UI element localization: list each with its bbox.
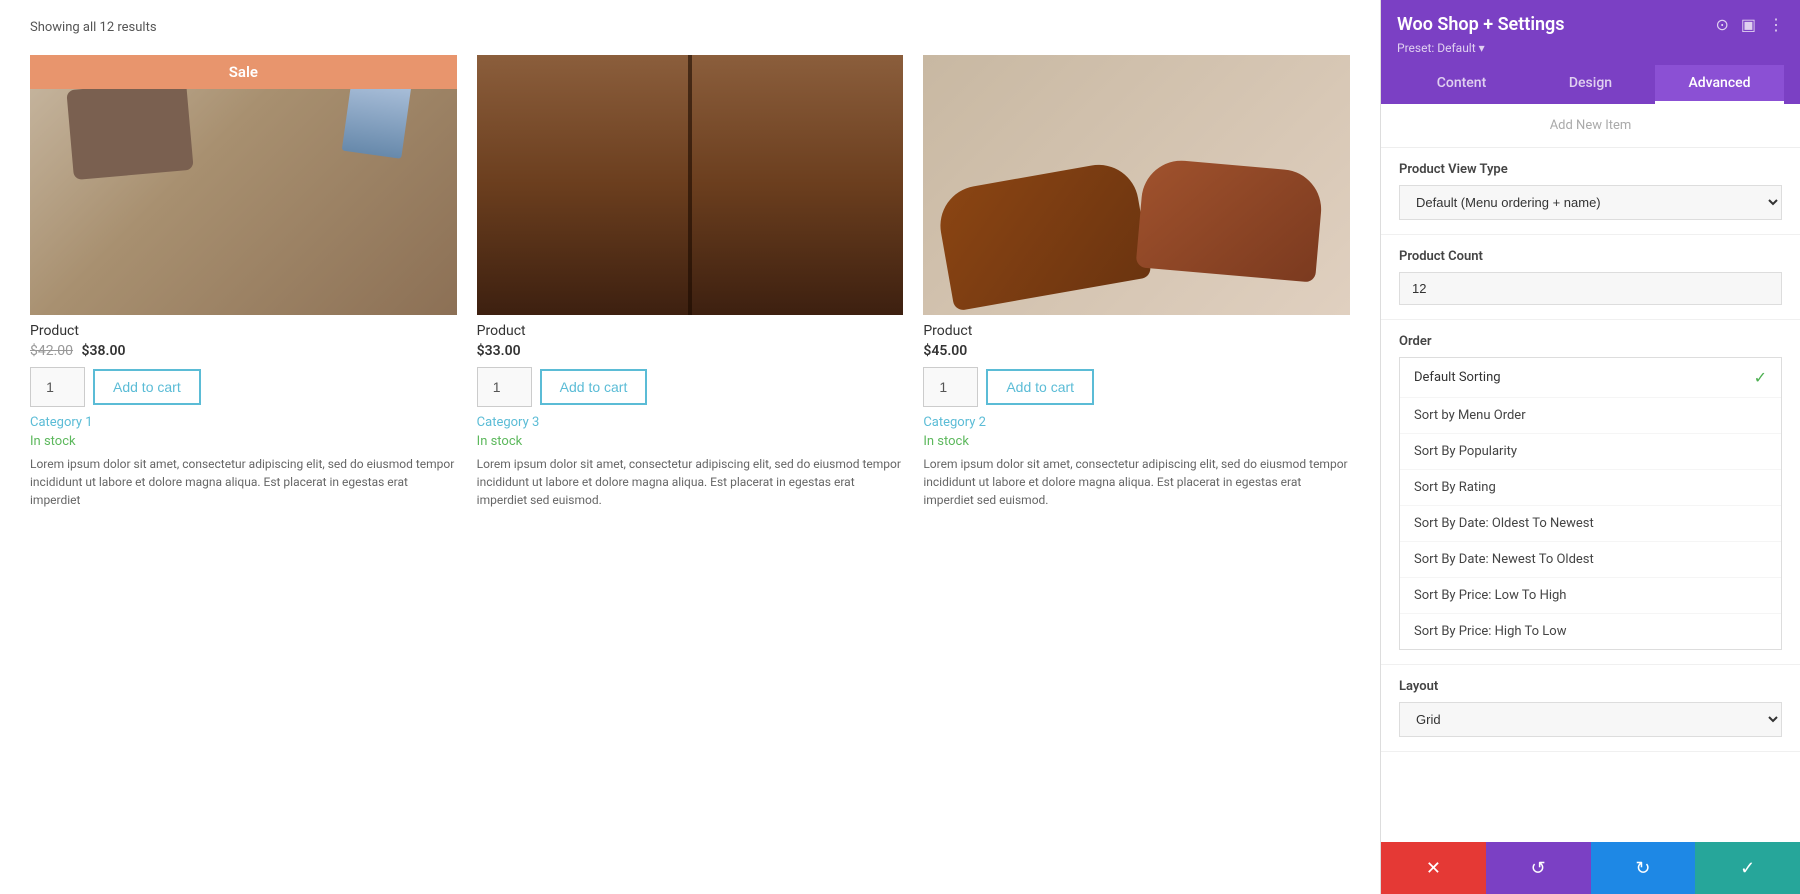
product-price-1: $42.00 $38.00 — [30, 343, 457, 359]
order-dropdown: Default Sorting ✓ Sort by Menu Order Sor… — [1399, 357, 1782, 650]
layout-label: Layout — [1399, 679, 1782, 694]
add-to-cart-row-3: Add to cart — [923, 367, 1350, 407]
order-option-date-new-old[interactable]: Sort By Date: Newest To Oldest — [1400, 542, 1781, 578]
cancel-button[interactable]: ✕ — [1381, 842, 1486, 894]
sale-badge-1: Sale — [30, 55, 457, 89]
panel-body: Add New Item Product View Type Default (… — [1381, 104, 1800, 842]
showing-results: Showing all 12 results — [30, 20, 1350, 35]
panel-title: Woo Shop + Settings — [1397, 14, 1565, 35]
order-option-menu-order[interactable]: Sort by Menu Order — [1400, 398, 1781, 434]
layout-section: Layout Grid — [1381, 665, 1800, 752]
tab-advanced[interactable]: Advanced — [1655, 65, 1784, 104]
layout-icon-btn[interactable]: ▣ — [1741, 15, 1756, 35]
product-name-1: Product — [30, 323, 457, 339]
order-option-date-old-new[interactable]: Sort By Date: Oldest To Newest — [1400, 506, 1781, 542]
product-name-2: Product — [477, 323, 904, 339]
product-info-2: Product $33.00 Add to cart Category 3 In… — [477, 315, 904, 517]
preset-row: Preset: Default ▾ — [1397, 41, 1784, 55]
product-image-wrap-3: New — [923, 55, 1350, 315]
product-card-1: Sale New Product $42.00 $38.00 Add to ca… — [30, 55, 457, 517]
product-view-type-section: Product View Type Default (Menu ordering… — [1381, 148, 1800, 235]
order-option-default-label: Default Sorting — [1414, 370, 1501, 385]
category-link-3[interactable]: Category 2 — [923, 415, 1350, 430]
layout-select[interactable]: Grid — [1399, 702, 1782, 737]
order-option-price-high-low[interactable]: Sort By Price: High To Low — [1400, 614, 1781, 649]
category-link-1[interactable]: Category 1 — [30, 415, 457, 430]
in-stock-3: In stock — [923, 434, 1350, 449]
product-image-1 — [30, 55, 457, 315]
qty-input-2[interactable] — [477, 367, 532, 407]
product-card-3: New Product $45.00 Add to cart Category … — [923, 55, 1350, 517]
add-to-cart-row-1: Add to cart — [30, 367, 457, 407]
product-count-label: Product Count — [1399, 249, 1782, 264]
product-view-type-label: Product View Type — [1399, 162, 1782, 177]
products-grid: Sale New Product $42.00 $38.00 Add to ca… — [30, 55, 1350, 517]
price-new-3: $45.00 — [923, 343, 967, 359]
product-count-input[interactable] — [1399, 272, 1782, 305]
redo-button[interactable]: ↻ — [1591, 842, 1696, 894]
add-to-cart-btn-2[interactable]: Add to cart — [540, 369, 648, 405]
add-to-cart-btn-1[interactable]: Add to cart — [93, 369, 201, 405]
product-desc-3: Lorem ipsum dolor sit amet, consectetur … — [923, 455, 1350, 509]
product-info-3: Product $45.00 Add to cart Category 2 In… — [923, 315, 1350, 517]
order-option-rating[interactable]: Sort By Rating — [1400, 470, 1781, 506]
product-image-3 — [923, 55, 1350, 315]
order-option-price-low-high[interactable]: Sort By Price: Low To High — [1400, 578, 1781, 614]
order-option-popularity-label: Sort By Popularity — [1414, 444, 1517, 459]
settings-panel: Woo Shop + Settings ⊙ ▣ ⋮ Preset: Defaul… — [1380, 0, 1800, 894]
save-button[interactable]: ✓ — [1695, 842, 1800, 894]
product-info-1: Product $42.00 $38.00 Add to cart Catego… — [30, 315, 457, 517]
product-view-type-select[interactable]: Default (Menu ordering + name) — [1399, 185, 1782, 220]
product-image-2 — [477, 55, 904, 315]
product-price-2: $33.00 — [477, 343, 904, 359]
shop-area: Showing all 12 results Sale New Product … — [0, 0, 1380, 894]
order-option-price-high-low-label: Sort By Price: High To Low — [1414, 624, 1566, 639]
tab-design[interactable]: Design — [1526, 65, 1655, 104]
order-option-date-new-old-label: Sort By Date: Newest To Oldest — [1414, 552, 1594, 567]
order-option-menu-order-label: Sort by Menu Order — [1414, 408, 1526, 423]
price-old-1: $42.00 — [30, 343, 73, 359]
order-option-rating-label: Sort By Rating — [1414, 480, 1496, 495]
qty-input-1[interactable] — [30, 367, 85, 407]
panel-tabs: Content Design Advanced — [1397, 65, 1784, 104]
undo-button[interactable]: ↺ — [1486, 842, 1591, 894]
more-options-btn[interactable]: ⋮ — [1768, 15, 1784, 35]
panel-icons: ⊙ ▣ ⋮ — [1715, 15, 1784, 35]
order-option-date-old-new-label: Sort By Date: Oldest To Newest — [1414, 516, 1594, 531]
product-desc-2: Lorem ipsum dolor sit amet, consectetur … — [477, 455, 904, 509]
in-stock-2: In stock — [477, 434, 904, 449]
order-option-default[interactable]: Default Sorting ✓ — [1400, 358, 1781, 398]
order-option-price-low-high-label: Sort By Price: Low To High — [1414, 588, 1566, 603]
panel-footer: ✕ ↺ ↻ ✓ — [1381, 842, 1800, 894]
product-name-3: Product — [923, 323, 1350, 339]
panel-title-row: Woo Shop + Settings ⊙ ▣ ⋮ — [1397, 14, 1784, 35]
add-to-cart-row-2: Add to cart — [477, 367, 904, 407]
product-price-3: $45.00 — [923, 343, 1350, 359]
panel-header: Woo Shop + Settings ⊙ ▣ ⋮ Preset: Defaul… — [1381, 0, 1800, 104]
category-link-2[interactable]: Category 3 — [477, 415, 904, 430]
product-image-wrap-2: New — [477, 55, 904, 315]
price-new-1: $38.00 — [82, 343, 126, 359]
order-option-popularity[interactable]: Sort By Popularity — [1400, 434, 1781, 470]
order-section: Order Default Sorting ✓ Sort by Menu Ord… — [1381, 320, 1800, 665]
in-stock-1: In stock — [30, 434, 457, 449]
add-to-cart-btn-3[interactable]: Add to cart — [986, 369, 1094, 405]
product-card-2: New Product $33.00 Add to cart Category … — [477, 55, 904, 517]
add-new-item[interactable]: Add New Item — [1381, 104, 1800, 148]
product-desc-1: Lorem ipsum dolor sit amet, consectetur … — [30, 455, 457, 509]
tab-content[interactable]: Content — [1397, 65, 1526, 104]
check-icon: ✓ — [1754, 368, 1767, 387]
product-count-section: Product Count — [1381, 235, 1800, 320]
product-image-wrap-1: Sale New — [30, 55, 457, 315]
order-label: Order — [1399, 334, 1782, 349]
target-icon-btn[interactable]: ⊙ — [1715, 15, 1728, 35]
price-new-2: $33.00 — [477, 343, 521, 359]
qty-input-3[interactable] — [923, 367, 978, 407]
